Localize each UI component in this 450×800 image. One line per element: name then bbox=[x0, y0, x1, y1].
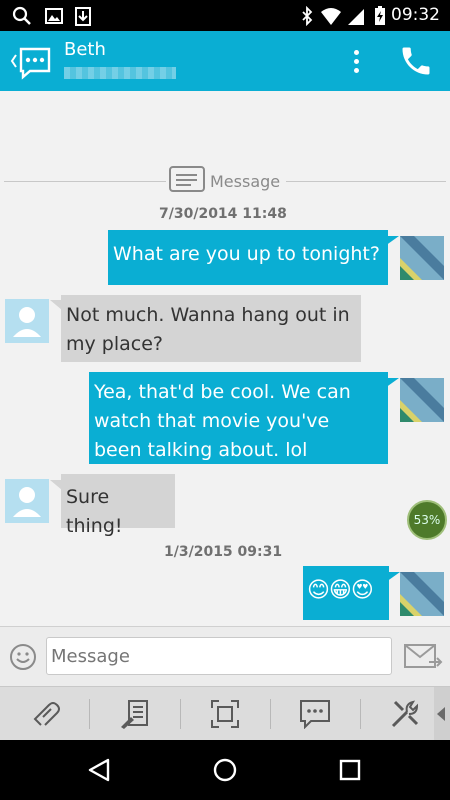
timestamp: 1/3/2015 09:31 bbox=[164, 544, 283, 560]
app-bar: Beth bbox=[0, 31, 450, 91]
screenshot-button[interactable] bbox=[181, 687, 269, 741]
screenshot-icon bbox=[211, 700, 239, 728]
divider-line-left bbox=[4, 181, 166, 182]
toolbar-separator bbox=[89, 699, 90, 729]
message-icon bbox=[169, 166, 205, 192]
smiley-icon[interactable] bbox=[9, 643, 37, 671]
home-icon[interactable] bbox=[211, 756, 239, 784]
divider-line-right bbox=[286, 181, 446, 182]
contact-number-redacted bbox=[64, 67, 176, 79]
quick-text-button[interactable] bbox=[271, 687, 359, 741]
toolbar-expand-button[interactable] bbox=[434, 687, 450, 741]
clock: 09:32 bbox=[391, 5, 440, 25]
send-envelope-icon[interactable] bbox=[403, 642, 443, 672]
battery-charging-icon bbox=[375, 6, 385, 25]
avatar-self[interactable] bbox=[400, 378, 444, 422]
template-icon bbox=[121, 700, 148, 729]
expand-left-icon bbox=[437, 707, 445, 721]
signal-icon bbox=[348, 9, 364, 25]
phone-icon[interactable] bbox=[398, 43, 434, 79]
avatar-self[interactable] bbox=[400, 572, 444, 616]
back-icon[interactable] bbox=[86, 756, 114, 784]
message-bubble-outgoing[interactable]: What are you up to tonight? bbox=[108, 230, 388, 285]
back-chevron-icon bbox=[10, 54, 17, 68]
divider-label: Message bbox=[210, 172, 281, 191]
compose-bar bbox=[0, 626, 450, 687]
gallery-icon bbox=[45, 8, 63, 24]
navigation-bar bbox=[0, 740, 450, 800]
quick-text-icon bbox=[300, 700, 330, 729]
avatar-self[interactable] bbox=[400, 236, 444, 280]
message-bubble-incoming[interactable]: Not much. Wanna hang out in my place? bbox=[61, 295, 361, 362]
template-button[interactable] bbox=[91, 687, 179, 741]
progress-badge[interactable]: 53% bbox=[407, 500, 447, 540]
attach-icon bbox=[33, 702, 60, 726]
recents-icon[interactable] bbox=[336, 756, 364, 784]
message-bubble-outgoing[interactable]: 😊😁😍 bbox=[303, 566, 389, 620]
toolbar bbox=[0, 686, 450, 741]
message-bubble-outgoing[interactable]: Yea, that'd be cool. We can watch that m… bbox=[89, 372, 388, 464]
avatar-contact[interactable] bbox=[5, 479, 49, 523]
message-bubble-incoming[interactable]: Sure thing! bbox=[61, 474, 175, 537]
bubble-tail bbox=[386, 572, 400, 582]
message-input[interactable] bbox=[46, 637, 392, 675]
back-button[interactable] bbox=[6, 41, 56, 81]
bluetooth-icon bbox=[302, 6, 313, 26]
overflow-menu-icon[interactable] bbox=[342, 41, 370, 81]
bubble-tail bbox=[385, 378, 399, 388]
bubble-tail bbox=[385, 236, 399, 246]
status-bar: 09:32 bbox=[0, 0, 450, 31]
avatar-contact[interactable] bbox=[5, 299, 49, 343]
contact-name[interactable]: Beth bbox=[64, 39, 106, 60]
wifi-icon bbox=[321, 8, 341, 25]
search-icon bbox=[12, 6, 31, 25]
settings-tools-icon bbox=[391, 700, 419, 728]
attach-button[interactable] bbox=[2, 687, 90, 741]
chat-bubble-icon bbox=[19, 47, 51, 80]
download-icon bbox=[75, 7, 91, 26]
timestamp: 7/30/2014 11:48 bbox=[159, 206, 287, 222]
